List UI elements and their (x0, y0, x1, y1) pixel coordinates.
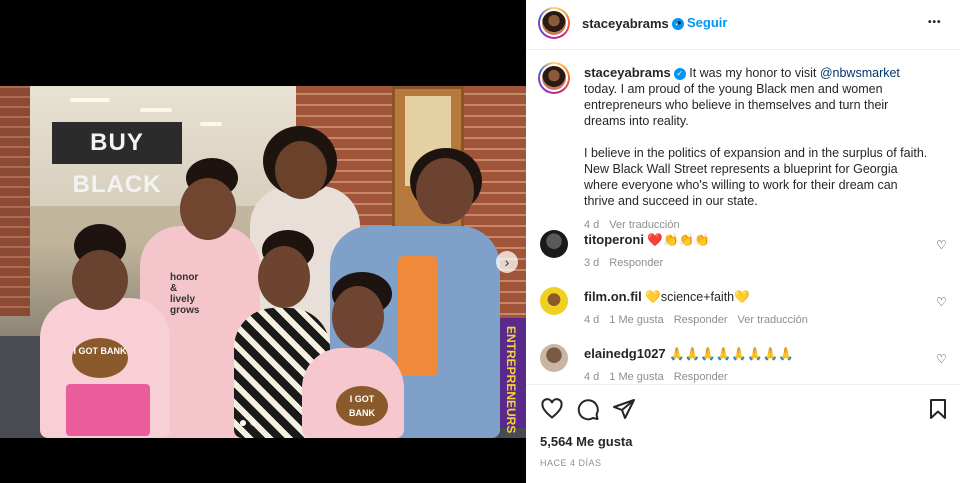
banner-text: ENTREPRENEURS (504, 326, 518, 434)
carousel-dot-active (240, 420, 246, 426)
commenter-avatar[interactable] (540, 287, 568, 315)
likes-count[interactable]: 5,564 Me gusta (540, 434, 633, 449)
purple-banner: ENTREPRENEURS (498, 318, 526, 433)
author-username[interactable]: staceyabrams (582, 16, 669, 31)
like-comment-heart-icon[interactable]: ♡ (936, 352, 947, 366)
avatar-image (542, 66, 566, 90)
like-comment-heart-icon[interactable]: ♡ (936, 295, 947, 309)
brick-wall-left (0, 86, 30, 316)
save-bookmark-icon[interactable] (926, 397, 950, 421)
caption-text-b: today. I am proud of the young Black men… (584, 82, 889, 128)
reply-button[interactable]: Responder (674, 371, 728, 383)
verified-badge-icon: ✓ (673, 67, 686, 80)
carousel-dots (240, 420, 256, 426)
ceiling-light (200, 122, 222, 126)
follow-button[interactable]: Seguir (687, 15, 727, 30)
more-options-icon[interactable]: ••• (928, 17, 942, 28)
avatar-image (542, 11, 566, 35)
girl-head (416, 158, 474, 224)
i-got-bank-logo: I GOT BANK (336, 386, 388, 426)
commenter-username[interactable]: film.on.fil (584, 289, 642, 304)
buy-black-sign: BUY BLACK (52, 122, 182, 198)
girl-head (258, 246, 310, 308)
comment-likes[interactable]: 1 Me gusta (609, 371, 663, 383)
comment-meta: 4 d 1 Me gusta Responder Ver traducción (584, 314, 818, 326)
post-actions: 5,564 Me gusta HACE 4 DÍAS (526, 384, 960, 483)
comment-text: 💛science+faith💛 (645, 290, 750, 304)
woman-head (275, 141, 327, 199)
commenter-username[interactable]: titoperoni (584, 232, 644, 247)
caption-username[interactable]: staceyabrams (584, 65, 671, 80)
separator-dot: • (677, 15, 682, 30)
caption-paragraph-2: I believe in the politics of expansion a… (584, 146, 928, 208)
pink-bag (66, 384, 150, 436)
comment-age: 4 d (584, 371, 600, 383)
post-photo[interactable]: BUY BLACK ENTREPRENEURS honor & lively g… (0, 86, 526, 438)
post-header: staceyabrams ✓ • Seguir ••• (526, 0, 960, 50)
share-paper-plane-icon[interactable] (612, 397, 636, 421)
like-heart-icon[interactable] (540, 397, 564, 421)
comment-age: 4 d (584, 314, 600, 326)
ceiling-light (140, 108, 172, 112)
comment-body: titoperoni ❤️👏👏👏 (584, 232, 924, 248)
caption-paragraph-1: staceyabrams ✓ It was my honor to visit @… (584, 65, 930, 129)
girl-head (332, 286, 384, 348)
comment-body: elainedg1027 🙏🙏🙏🙏🙏🙏🙏🙏 (584, 346, 924, 362)
comment-text: 🙏🙏🙏🙏🙏🙏🙏🙏 (669, 347, 794, 361)
orange-shirt (398, 256, 438, 376)
girl-head (72, 250, 128, 310)
commenter-avatar[interactable] (540, 344, 568, 372)
caption-text-a: It was my honor to visit (689, 66, 820, 80)
like-comment-heart-icon[interactable]: ♡ (936, 238, 947, 252)
comment-age: 3 d (584, 257, 600, 269)
header-author: staceyabrams ✓ (582, 15, 684, 33)
post-caption: staceyabrams ✓ It was my honor to visit @… (584, 65, 930, 233)
shirt-text: honor & lively grows (170, 272, 200, 316)
commenter-avatar[interactable] (540, 230, 568, 258)
carousel-next-button[interactable]: › (496, 251, 518, 273)
comment-meta: 4 d 1 Me gusta Responder (584, 371, 738, 383)
post-sidebar: staceyabrams ✓ • Seguir ••• staceyabrams ✓… (526, 0, 960, 483)
i-got-bank-logo: I GOT BANK (72, 338, 128, 378)
comment-body: film.on.fil 💛science+faith💛 (584, 289, 924, 305)
reply-button[interactable]: Responder (609, 257, 663, 269)
comment-translate-link[interactable]: Ver traducción (738, 314, 808, 326)
post-date: HACE 4 DÍAS (540, 458, 602, 468)
reply-button[interactable]: Responder (674, 314, 728, 326)
author-avatar[interactable] (538, 7, 570, 39)
caption-author-avatar[interactable] (538, 62, 570, 94)
comment-likes[interactable]: 1 Me gusta (609, 314, 663, 326)
commenter-username[interactable]: elainedg1027 (584, 346, 666, 361)
girl-head (180, 178, 236, 240)
ceiling-light (70, 98, 110, 102)
post-media: BUY BLACK ENTREPRENEURS honor & lively g… (0, 0, 526, 483)
mention-link[interactable]: @nbwsmarket (820, 66, 900, 80)
comment-item: titoperoni ❤️👏👏👏 3 d Responder ♡ (540, 230, 960, 280)
comment-meta: 3 d Responder (584, 257, 673, 269)
comment-text: ❤️👏👏👏 (647, 233, 710, 247)
comment-item: film.on.fil 💛science+faith💛 4 d 1 Me gust… (540, 287, 960, 337)
carousel-dot (250, 420, 256, 426)
comment-bubble-icon[interactable] (576, 397, 600, 421)
